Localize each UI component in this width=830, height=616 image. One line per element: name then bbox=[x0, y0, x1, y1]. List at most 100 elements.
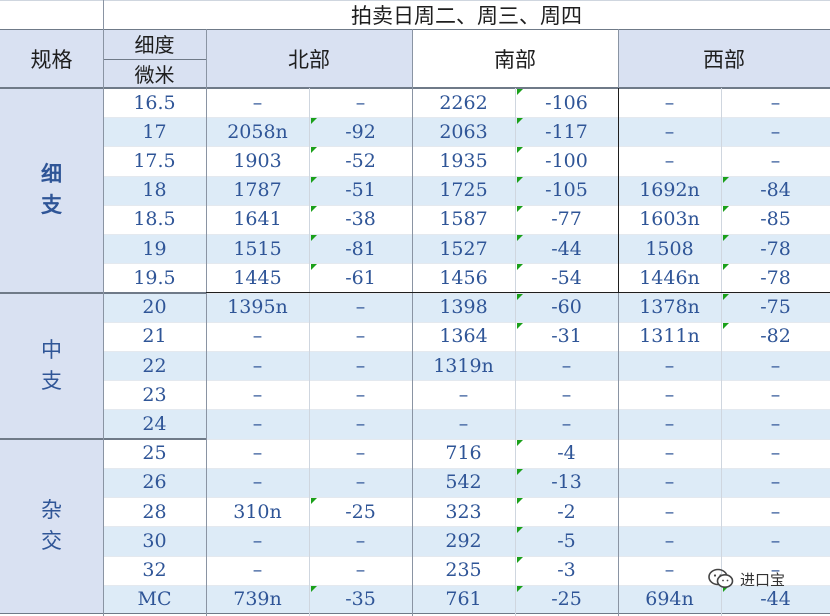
cell-note-marker bbox=[517, 264, 523, 271]
table-cell: – bbox=[664, 354, 675, 377]
table-cell: – bbox=[252, 442, 263, 465]
header-fineness: 细度 bbox=[103, 29, 206, 59]
table-cell: – bbox=[664, 471, 675, 494]
table-cell: 292 bbox=[445, 529, 482, 552]
table-cell: – bbox=[252, 354, 263, 377]
cell-note-marker bbox=[517, 205, 523, 212]
table-cell: 19.5 bbox=[133, 266, 176, 289]
cell-note-marker bbox=[517, 498, 523, 505]
table-cell: -38 bbox=[345, 208, 376, 231]
table-cell: – bbox=[664, 383, 675, 406]
cell-note-marker bbox=[517, 147, 523, 154]
table-cell: -13 bbox=[551, 471, 582, 494]
table-cell: 1456 bbox=[439, 266, 488, 289]
table-cell: -77 bbox=[551, 208, 582, 231]
table-cell: – bbox=[355, 91, 366, 114]
cell-note-marker bbox=[311, 585, 317, 592]
table-cell: 22 bbox=[142, 354, 167, 377]
cell-note-marker bbox=[311, 264, 317, 271]
corner-cell bbox=[0, 0, 103, 29]
table-cell: – bbox=[355, 325, 366, 348]
table-cell: – bbox=[252, 529, 263, 552]
header-top-border bbox=[0, 29, 830, 30]
table-cell: – bbox=[355, 471, 366, 494]
table-cell: 323 bbox=[445, 500, 482, 523]
table-cell: – bbox=[355, 442, 366, 465]
table-cell: 1508 bbox=[645, 237, 694, 260]
table-cell: 761 bbox=[445, 588, 482, 611]
table-cell: 694n bbox=[645, 588, 694, 611]
table-cell: -85 bbox=[760, 208, 791, 231]
table-cell: – bbox=[355, 354, 366, 377]
table-cell: 716 bbox=[445, 442, 482, 465]
cell-note-marker bbox=[517, 89, 523, 95]
table-cell: 1395n bbox=[227, 296, 288, 319]
table-cell: -2 bbox=[557, 500, 576, 523]
group-label-char: 支 bbox=[41, 193, 62, 218]
table-cell: – bbox=[664, 150, 675, 173]
north-south-border bbox=[206, 291, 618, 293]
cell-note-marker bbox=[723, 293, 729, 300]
table-cell: – bbox=[252, 383, 263, 406]
group-label-0: 细支 bbox=[0, 88, 103, 293]
table-cell: -61 bbox=[345, 266, 376, 289]
table-cell: – bbox=[252, 325, 263, 348]
cell-note-marker bbox=[517, 527, 523, 534]
wechat-icon bbox=[708, 568, 734, 588]
cell-note-marker bbox=[517, 322, 523, 329]
table-cell: 19 bbox=[142, 237, 167, 260]
table-cell: -31 bbox=[551, 325, 582, 348]
table-cell: 18 bbox=[142, 179, 167, 202]
table-cell: 310n bbox=[233, 500, 282, 523]
table-cell: 28 bbox=[142, 500, 167, 523]
col-border bbox=[206, 29, 207, 616]
table-cell: 739n bbox=[233, 588, 282, 611]
table-cell: -78 bbox=[760, 237, 791, 260]
group-label-char: 中 bbox=[41, 337, 62, 362]
table-cell: – bbox=[770, 354, 781, 377]
cell-note-marker bbox=[723, 235, 729, 242]
table-cell: – bbox=[664, 91, 675, 114]
cell-note-marker bbox=[723, 176, 729, 183]
table-cell: -106 bbox=[545, 91, 588, 114]
cell-note-marker bbox=[517, 439, 523, 446]
table-cell: 32 bbox=[142, 559, 167, 582]
table-cell: – bbox=[252, 559, 263, 582]
cell-note-marker bbox=[723, 205, 729, 212]
table-cell: 2063 bbox=[439, 120, 488, 143]
cell-note-marker bbox=[517, 585, 523, 592]
cell-note-marker bbox=[311, 498, 317, 505]
cell-note-marker bbox=[517, 468, 523, 475]
table-cell: 235 bbox=[445, 559, 482, 582]
cell-note-marker bbox=[517, 556, 523, 563]
table-cell: 1787 bbox=[233, 179, 282, 202]
table-cell: – bbox=[664, 442, 675, 465]
grid-line bbox=[0, 612, 830, 614]
header-region-west: 西部 bbox=[618, 29, 830, 88]
table-cell: -75 bbox=[760, 296, 791, 319]
table-cell: 18.5 bbox=[133, 208, 176, 231]
table-cell: – bbox=[561, 354, 572, 377]
table-cell: -81 bbox=[345, 237, 376, 260]
table-cell: 1935 bbox=[439, 150, 488, 173]
table-cell: 1903 bbox=[233, 150, 282, 173]
table-cell: -25 bbox=[551, 588, 582, 611]
col-border bbox=[412, 29, 413, 616]
table-cell: 21 bbox=[142, 325, 167, 348]
cell-note-marker bbox=[311, 235, 317, 242]
table-cell: – bbox=[770, 413, 781, 436]
table-cell: 1364 bbox=[439, 325, 488, 348]
table-cell: 2262 bbox=[439, 91, 488, 114]
table-cell: -117 bbox=[545, 120, 588, 143]
table-cell: 26 bbox=[142, 471, 167, 494]
table-cell: 1692n bbox=[639, 179, 700, 202]
table-cell: – bbox=[664, 559, 675, 582]
watermark: 进口宝 bbox=[708, 568, 785, 590]
table-cell: – bbox=[252, 91, 263, 114]
table-cell: 1378n bbox=[639, 296, 700, 319]
table-cell: – bbox=[355, 383, 366, 406]
table-cell: -54 bbox=[551, 266, 582, 289]
cell-note-marker bbox=[311, 147, 317, 154]
table-cell: – bbox=[664, 500, 675, 523]
table-cell: MC bbox=[137, 588, 172, 611]
